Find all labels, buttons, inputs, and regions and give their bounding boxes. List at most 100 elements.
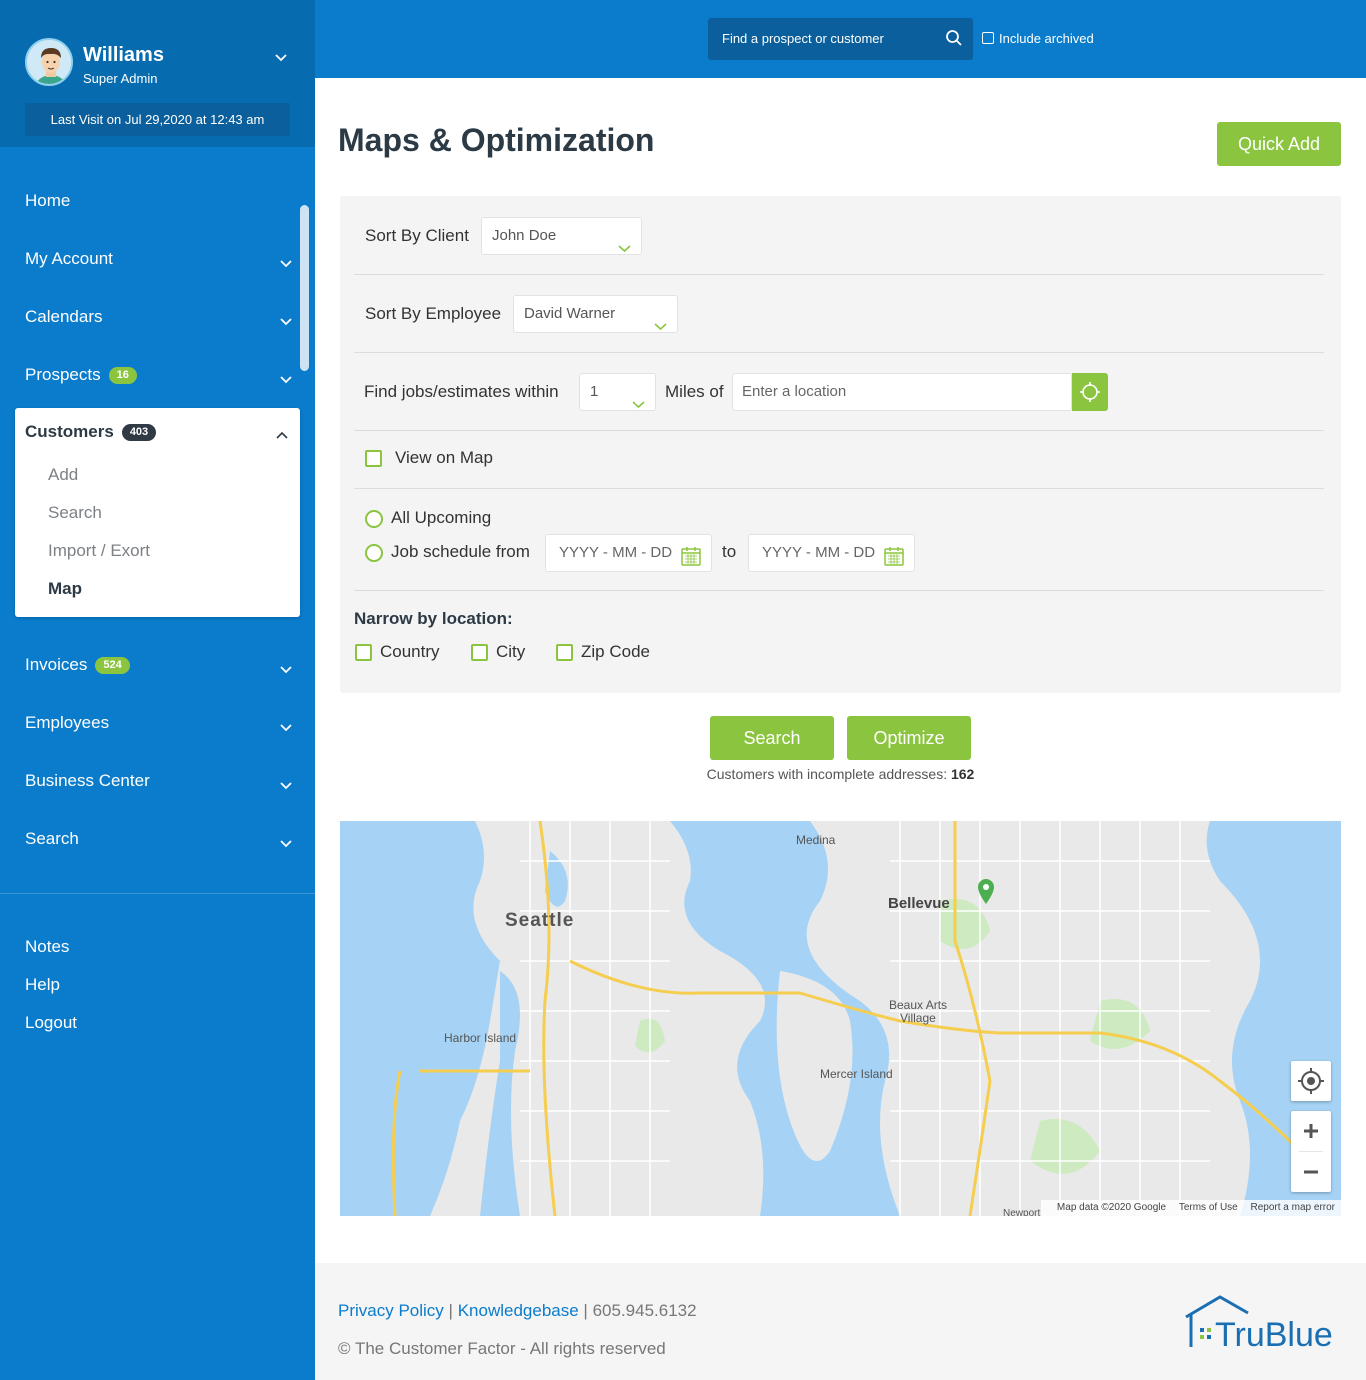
user-name: Williams	[83, 44, 164, 66]
map-label-village: Village	[900, 1011, 936, 1025]
sidebar-item-invoices[interactable]: Invoices 524	[25, 653, 300, 677]
zip-checkbox[interactable]	[556, 644, 573, 661]
top-bar: Find a prospect or customer Include arch…	[315, 0, 1366, 78]
optimize-button[interactable]: Optimize	[847, 716, 971, 760]
all-upcoming-label: All Upcoming	[391, 508, 492, 527]
divider	[354, 488, 1324, 489]
user-profile[interactable]: Williams Super Admin Last Visit on Jul 2…	[0, 0, 315, 147]
date-from-input[interactable]: YYYY - MM - DD	[545, 534, 712, 572]
filter-panel: Sort By Client John Doe Sort By Employee…	[340, 196, 1341, 693]
chevron-up-icon[interactable]	[276, 428, 288, 446]
plus-icon	[1304, 1124, 1318, 1138]
miles-of-label: Miles of	[665, 382, 724, 401]
count-badge: 403	[121, 424, 157, 441]
sidebar-item-prospects[interactable]: Prospects 16	[25, 363, 300, 387]
zoom-controls	[1291, 1111, 1331, 1192]
crosshair-icon	[1298, 1068, 1324, 1094]
sidebar-item-label: Invoices	[25, 655, 88, 674]
sidebar-item-employees[interactable]: Employees	[25, 711, 300, 735]
global-search-input[interactable]: Find a prospect or customer	[708, 18, 973, 60]
view-on-map-checkbox[interactable]	[365, 450, 382, 467]
trublue-logo: TruBlue	[1183, 1293, 1343, 1358]
copyright: © The Customer Factor - All rights reser…	[338, 1339, 666, 1358]
chevron-down-icon	[618, 231, 631, 267]
sidebar-item-business-center[interactable]: Business Center	[25, 769, 300, 793]
date-placeholder: YYYY - MM - DD	[762, 544, 876, 561]
separator: |	[448, 1301, 453, 1320]
sidebar-item-my-account[interactable]: My Account	[25, 247, 300, 271]
map-label-medina: Medina	[796, 833, 836, 847]
search-icon[interactable]	[945, 29, 963, 52]
date-placeholder: YYYY - MM - DD	[559, 544, 673, 561]
chevron-down-icon	[280, 367, 292, 391]
sidebar-item-notes[interactable]: Notes	[25, 935, 300, 959]
zoom-out-button[interactable]	[1291, 1152, 1331, 1192]
calendar-icon[interactable]	[681, 544, 701, 580]
privacy-policy-link[interactable]: Privacy Policy	[338, 1301, 444, 1320]
divider	[354, 274, 1324, 275]
sidebar-item-home[interactable]: Home	[25, 189, 300, 213]
map-view[interactable]: Medina Seattle Bellevue Beaux Arts Villa…	[340, 821, 1341, 1216]
to-label: to	[722, 542, 737, 561]
checkbox[interactable]	[982, 32, 994, 44]
country-checkbox[interactable]	[355, 644, 372, 661]
page-footer: Privacy Policy | Knowledgebase | 605.945…	[315, 1263, 1366, 1380]
sidebar-item-label: Calendars	[25, 307, 103, 326]
my-location-button[interactable]	[1291, 1061, 1331, 1101]
svg-text:TruBlue: TruBlue	[1215, 1316, 1333, 1353]
incomplete-label: Customers with incomplete addresses:	[706, 766, 948, 782]
sidebar-scrollbar[interactable]	[300, 205, 309, 371]
date-to-input[interactable]: YYYY - MM - DD	[748, 534, 915, 572]
map-label-mercer-island: Mercer Island	[820, 1067, 893, 1081]
submenu-add[interactable]: Add	[48, 465, 78, 485]
zoom-in-button[interactable]	[1291, 1111, 1331, 1151]
submenu-map[interactable]: Map	[48, 579, 82, 599]
customers-header[interactable]: Customers 403	[25, 422, 157, 442]
count-badge: 16	[108, 367, 137, 384]
sidebar-item-search[interactable]: Search	[25, 827, 300, 851]
map-canvas	[340, 821, 1341, 1216]
sort-employee-select[interactable]: David Warner	[513, 295, 678, 333]
select-value: David Warner	[524, 305, 616, 322]
terms-of-use-link[interactable]: Terms of Use	[1179, 1202, 1238, 1213]
sidebar-item-help[interactable]: Help	[25, 973, 300, 997]
knowledgebase-link[interactable]: Knowledgebase	[458, 1301, 579, 1320]
location-input[interactable]: Enter a location	[732, 373, 1072, 411]
report-map-error-link[interactable]: Report a map error	[1251, 1202, 1335, 1213]
sidebar-item-calendars[interactable]: Calendars	[25, 305, 300, 329]
include-archived-checkbox[interactable]: Include archived	[982, 31, 1094, 46]
locate-button[interactable]	[1072, 373, 1108, 411]
sort-client-label: Sort By Client	[365, 226, 469, 245]
divider	[354, 590, 1324, 591]
avatar	[25, 38, 73, 86]
chevron-down-icon	[280, 773, 292, 797]
minus-icon	[1304, 1170, 1318, 1174]
quick-add-button[interactable]: Quick Add	[1217, 122, 1341, 166]
select-value: 1	[590, 383, 599, 400]
map-pin-icon[interactable]	[976, 877, 996, 910]
chevron-down-icon	[654, 309, 667, 345]
calendar-icon[interactable]	[884, 544, 904, 580]
miles-select[interactable]: 1	[579, 373, 656, 411]
chevron-down-icon	[280, 831, 292, 855]
map-attribution: Map data ©2020 Google Terms of Use Repor…	[1040, 1200, 1341, 1216]
sidebar-item-logout[interactable]: Logout	[25, 1011, 300, 1035]
map-label-beaux-arts: Beaux Arts	[889, 998, 948, 1012]
search-placeholder: Find a prospect or customer	[722, 31, 884, 46]
job-schedule-radio[interactable]	[365, 544, 383, 562]
sidebar-item-label: Home	[25, 191, 71, 210]
city-checkbox[interactable]	[471, 644, 488, 661]
submenu-import-export[interactable]: Import / Exort	[48, 541, 150, 561]
last-visit: Last Visit on Jul 29,2020 at 12:43 am	[25, 103, 290, 136]
search-button[interactable]: Search	[710, 716, 834, 760]
submenu-search[interactable]: Search	[48, 503, 102, 523]
sidebar-item-label: My Account	[25, 249, 113, 268]
all-upcoming-radio[interactable]	[365, 510, 383, 528]
separator: |	[583, 1301, 588, 1320]
sort-client-select[interactable]: John Doe	[481, 217, 642, 255]
sidebar-item-customers: Customers 403 Add Search Import / Exort M…	[15, 408, 300, 617]
chevron-down-icon[interactable]	[274, 50, 288, 68]
city-label: City	[496, 642, 526, 661]
user-role: Super Admin	[83, 71, 158, 86]
count-badge: 524	[95, 657, 130, 674]
